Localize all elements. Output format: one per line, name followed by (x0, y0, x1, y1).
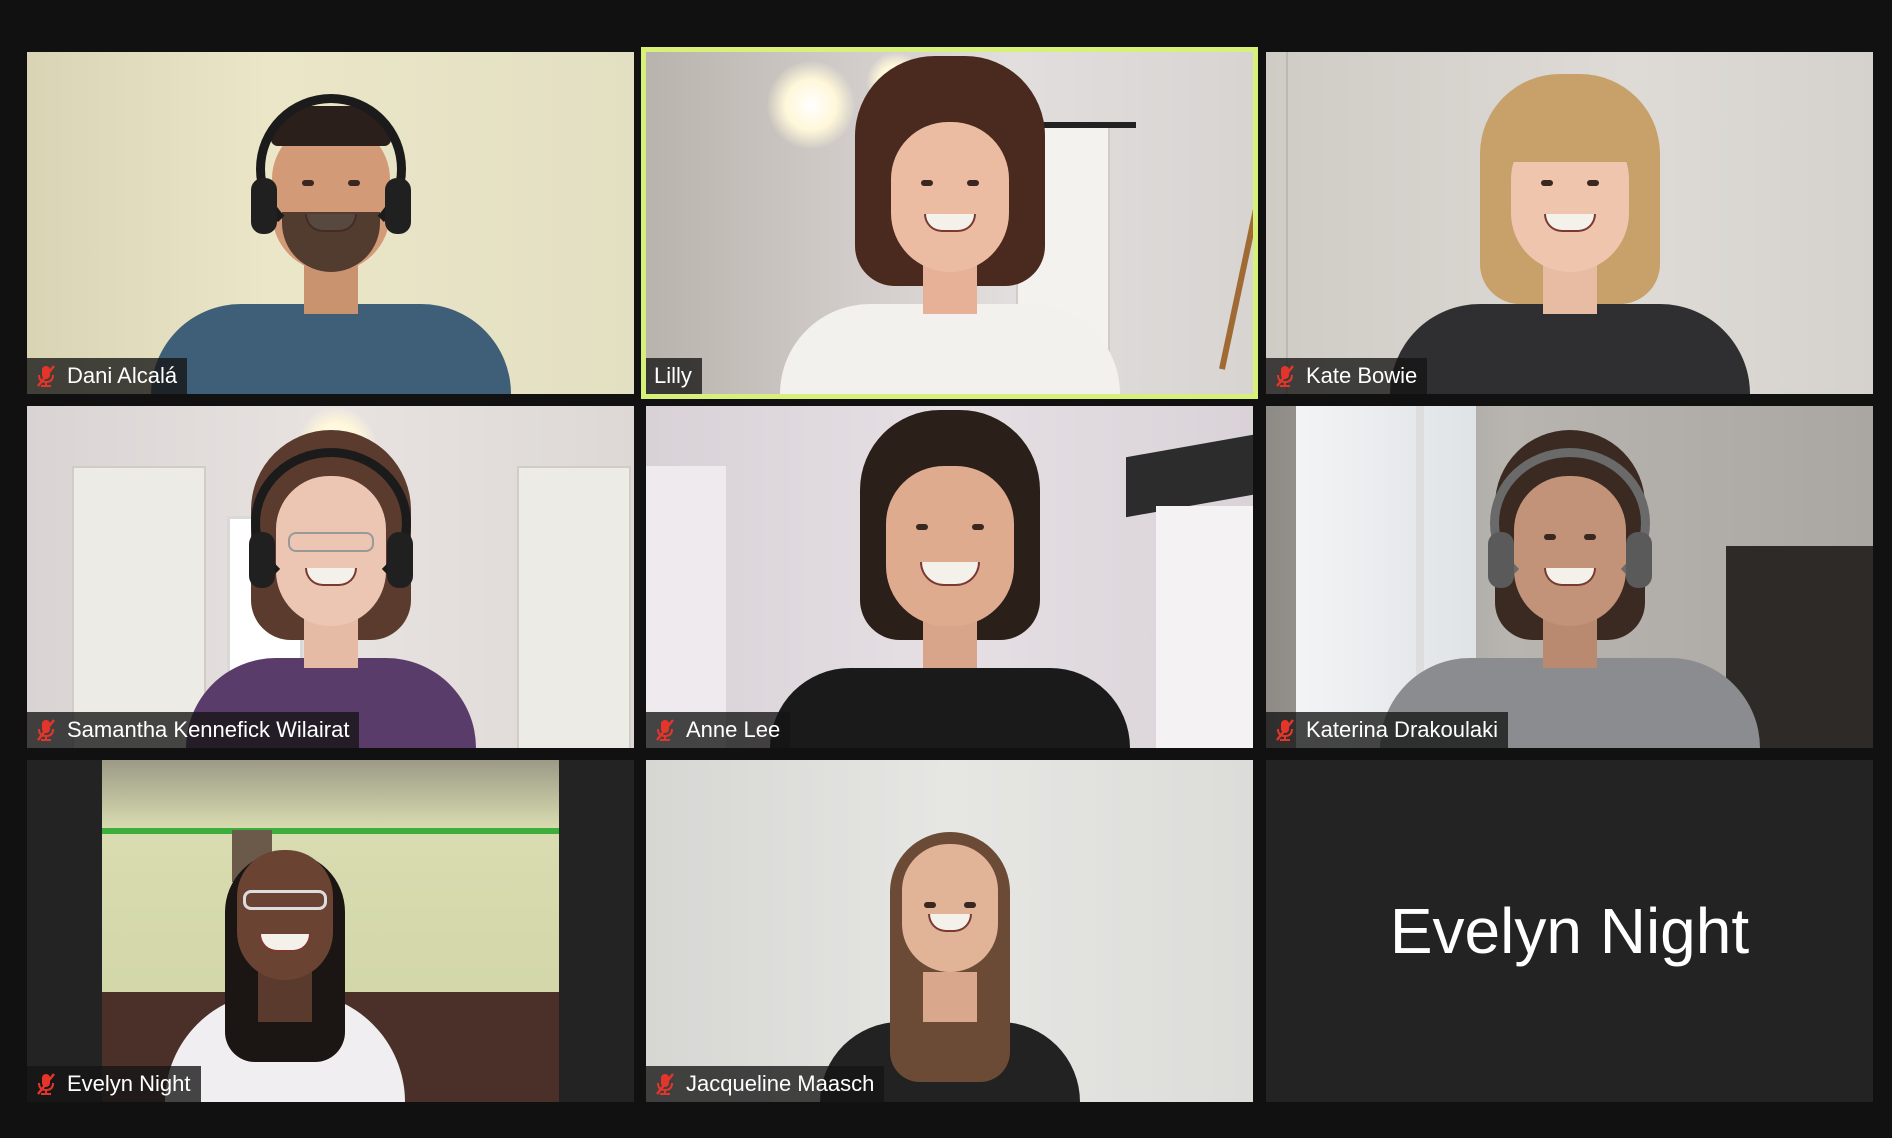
participant-name: Anne Lee (686, 717, 781, 742)
participant-nametag: Katerina Drakoulaki (1266, 712, 1508, 748)
video-tile-katerina-drakoulaki[interactable]: Katerina Drakoulaki (1266, 406, 1873, 748)
video-tile-evelyn-night[interactable]: Evelyn Night (27, 760, 634, 1102)
video-tile-kate-bowie[interactable]: Kate Bowie (1266, 52, 1873, 394)
video-feed (27, 52, 634, 394)
mic-off-icon (1276, 719, 1294, 741)
video-tile-dani-alcala[interactable]: Dani Alcalá (27, 52, 634, 394)
participant-name: Katerina Drakoulaki (1306, 717, 1498, 742)
video-feed (646, 760, 1253, 1102)
participant-name-display: Evelyn Night (1389, 895, 1750, 967)
mic-off-icon (656, 719, 674, 741)
video-tile-anne-lee[interactable]: Anne Lee (646, 406, 1253, 748)
mic-off-icon (1276, 365, 1294, 387)
video-feed (646, 52, 1253, 394)
video-feed (1266, 52, 1873, 394)
mic-off-icon (656, 1073, 674, 1095)
mic-off-icon (37, 1073, 55, 1095)
video-tile-lilly[interactable]: Lilly (641, 47, 1258, 399)
participant-nametag: Anne Lee (646, 712, 791, 748)
participant-name: Samantha Kennefick Wilairat (67, 717, 350, 742)
participant-nametag: Lilly (646, 358, 702, 394)
participant-nametag: Samantha Kennefick Wilairat (27, 712, 360, 748)
video-feed (27, 406, 634, 748)
participant-name: Jacqueline Maasch (686, 1071, 875, 1096)
participant-name: Dani Alcalá (67, 363, 178, 388)
participant-name: Evelyn Night (67, 1071, 191, 1096)
participant-name: Lilly (654, 363, 692, 388)
video-feed (102, 760, 559, 1102)
mic-off-icon (37, 365, 55, 387)
participant-nametag: Kate Bowie (1266, 358, 1428, 394)
participant-name: Kate Bowie (1306, 363, 1418, 388)
video-tile-evelyn-night-video-off[interactable]: Evelyn Night (1266, 760, 1873, 1102)
participant-nametag: Evelyn Night (27, 1066, 201, 1102)
mic-off-icon (37, 719, 55, 741)
video-feed (1266, 406, 1873, 748)
participant-nametag: Dani Alcalá (27, 358, 188, 394)
participant-nametag: Jacqueline Maasch (646, 1066, 885, 1102)
video-tile-jacqueline-maasch[interactable]: Jacqueline Maasch (646, 760, 1253, 1102)
video-feed (646, 406, 1253, 748)
video-tile-samantha-kennefick-wilairat[interactable]: Samantha Kennefick Wilairat (27, 406, 634, 748)
